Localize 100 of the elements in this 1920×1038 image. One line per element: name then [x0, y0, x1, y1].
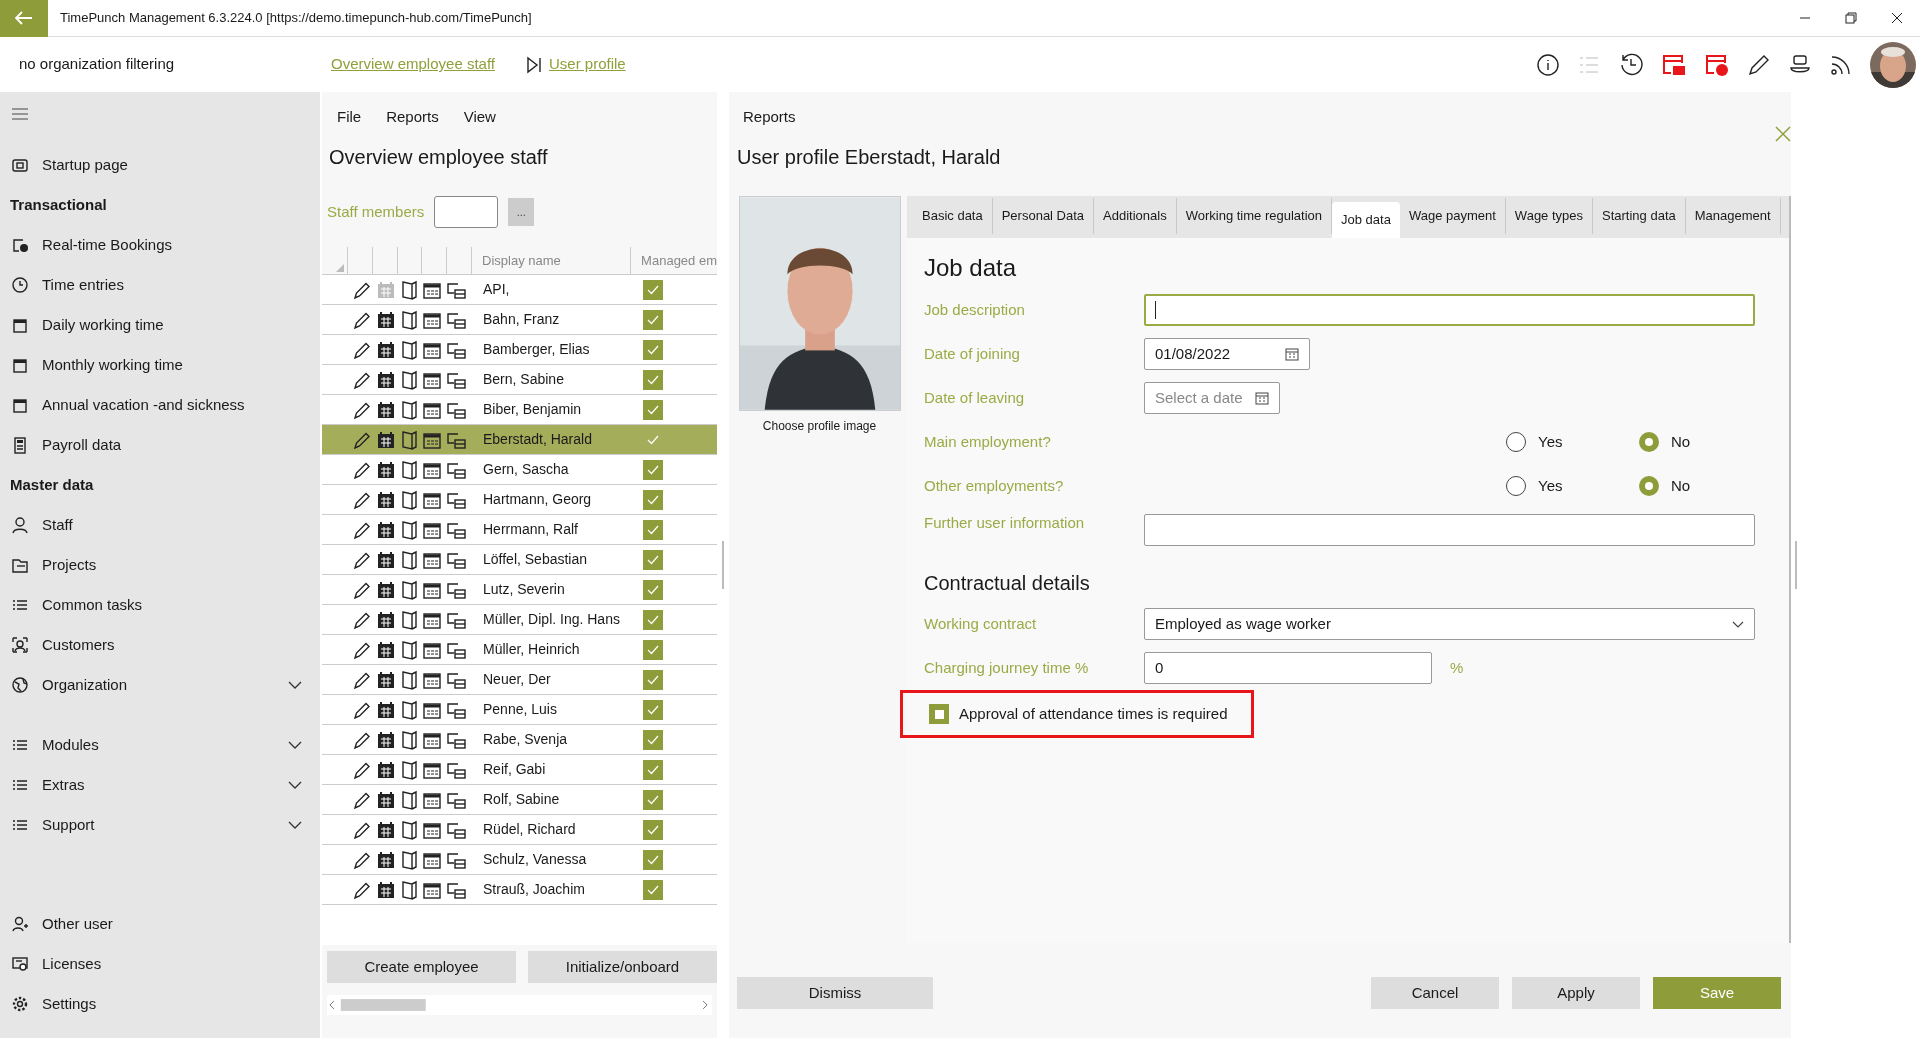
text-field[interactable]	[1144, 294, 1755, 326]
book-icon[interactable]	[400, 639, 418, 660]
checkbox[interactable]	[643, 849, 663, 870]
sidebar-item[interactable]: Extras	[0, 765, 320, 805]
book-icon[interactable]	[400, 519, 418, 540]
radio-button[interactable]: Yes	[1506, 474, 1639, 498]
checkbox[interactable]	[643, 819, 663, 840]
calendar-icon[interactable]	[376, 459, 396, 480]
book-icon[interactable]	[400, 309, 418, 330]
sidebar-item[interactable]: Customers	[0, 625, 320, 665]
book-icon[interactable]	[400, 339, 418, 360]
checkbox[interactable]	[643, 639, 663, 660]
book-icon[interactable]	[400, 849, 418, 870]
date-field[interactable]: Select a date	[1144, 382, 1280, 414]
checkbox[interactable]	[643, 459, 663, 480]
sidebar-item[interactable]: Real-time Bookings	[0, 225, 320, 265]
book-icon[interactable]	[400, 669, 418, 690]
checkbox[interactable]	[643, 789, 663, 810]
tab[interactable]: Basic data	[913, 198, 993, 234]
pencil-icon[interactable]	[1747, 52, 1771, 77]
close-button[interactable]	[1775, 126, 1791, 142]
tab[interactable]: Wage types	[1505, 198, 1594, 234]
number-field[interactable]: 0	[1144, 652, 1432, 684]
checkbox[interactable]	[643, 879, 663, 900]
dismiss-button[interactable]: Dismiss	[737, 977, 933, 1009]
checkbox[interactable]	[643, 729, 663, 750]
calendar-icon[interactable]	[376, 339, 396, 360]
date-field[interactable]: 01/08/2022	[1144, 338, 1310, 370]
text-field[interactable]	[1144, 514, 1755, 546]
checkbox[interactable]	[643, 519, 663, 540]
splitter-handle[interactable]	[1795, 541, 1797, 589]
calendar-icon[interactable]	[376, 759, 396, 780]
action-button[interactable]: Create employee	[327, 951, 516, 983]
sidebar-item[interactable]: Annual vacation -and sickness	[0, 385, 320, 425]
checkbox[interactable]	[643, 759, 663, 780]
book-icon[interactable]	[400, 429, 418, 450]
calendar-icon[interactable]	[376, 309, 396, 330]
tab[interactable]: Personal Data	[992, 198, 1095, 234]
tab[interactable]: Job data	[1332, 202, 1400, 238]
checkbox[interactable]	[643, 339, 663, 360]
checkbox[interactable]	[643, 609, 663, 630]
book-icon[interactable]	[400, 759, 418, 780]
tab[interactable]: Wage payment	[1399, 198, 1506, 234]
tab[interactable]: Starting data	[1593, 198, 1686, 234]
book-icon[interactable]	[400, 819, 418, 840]
book-icon[interactable]	[400, 369, 418, 390]
sidebar-item[interactable]: Startup page	[0, 145, 320, 185]
checkbox[interactable]	[643, 579, 663, 600]
menu-item[interactable]: View	[463, 105, 496, 129]
checkbox[interactable]	[929, 704, 949, 724]
book-icon[interactable]	[400, 579, 418, 600]
book-icon[interactable]	[400, 459, 418, 480]
calendar-icon[interactable]	[376, 789, 396, 810]
checkbox[interactable]	[643, 309, 663, 330]
calendar-icon[interactable]	[376, 549, 396, 570]
checkbox[interactable]	[643, 369, 663, 390]
sidebar-item[interactable]: Staff	[0, 505, 320, 545]
sidebar-item[interactable]: Time entries	[0, 265, 320, 305]
sidebar-item[interactable]: Other user	[0, 904, 320, 944]
book-icon[interactable]	[400, 699, 418, 720]
book-icon[interactable]	[400, 879, 418, 900]
calendar-icon[interactable]	[376, 699, 396, 720]
tab[interactable]: Additionals	[1094, 198, 1177, 234]
checkbox[interactable]	[643, 399, 663, 420]
radio-button[interactable]: No	[1639, 430, 1772, 454]
calendar-icon[interactable]	[376, 729, 396, 750]
radio-button[interactable]: Yes	[1506, 430, 1639, 454]
tab[interactable]: Management	[1685, 198, 1781, 234]
sidebar-item[interactable]: Licenses	[0, 944, 320, 984]
photo-caption[interactable]: Choose profile image	[762, 417, 877, 435]
calendar-icon[interactable]	[376, 429, 396, 450]
splitter-handle[interactable]	[722, 541, 724, 589]
book-icon[interactable]	[400, 399, 418, 420]
sidebar-item[interactable]: Projects	[0, 545, 320, 585]
action-button[interactable]: Initialize/onboard	[528, 951, 717, 983]
table-row[interactable]: Eberstadt, Harald	[322, 425, 717, 455]
calendar-icon[interactable]	[376, 849, 396, 870]
checkbox[interactable]	[643, 279, 663, 300]
calendar-icon[interactable]	[376, 369, 396, 390]
more-button[interactable]: ...	[508, 198, 535, 226]
calendar-icon[interactable]	[376, 579, 396, 600]
history-icon[interactable]	[1618, 51, 1644, 78]
sidebar-item[interactable]: Support	[0, 805, 320, 845]
checkbox[interactable]	[643, 549, 663, 570]
book-icon[interactable]	[400, 489, 418, 510]
calendar-icon[interactable]	[376, 639, 396, 660]
book-icon[interactable]	[400, 789, 418, 810]
checkbox[interactable]	[643, 489, 663, 510]
back-button[interactable]	[0, 0, 48, 37]
sidebar-item[interactable]: Daily working time	[0, 305, 320, 345]
staff-search-field[interactable]	[434, 196, 499, 228]
cancel-button[interactable]: Cancel	[1371, 977, 1499, 1009]
menu-item[interactable]: Reports	[729, 92, 1791, 142]
book-icon[interactable]	[400, 729, 418, 750]
calendar-icon[interactable]	[376, 489, 396, 510]
dropdown[interactable]: Employed as wage worker	[1144, 608, 1755, 640]
sidebar-item[interactable]: Payroll data	[0, 425, 320, 465]
menu-item[interactable]: Reports	[386, 105, 439, 129]
book-icon[interactable]	[400, 609, 418, 630]
calendar-icon[interactable]	[376, 819, 396, 840]
